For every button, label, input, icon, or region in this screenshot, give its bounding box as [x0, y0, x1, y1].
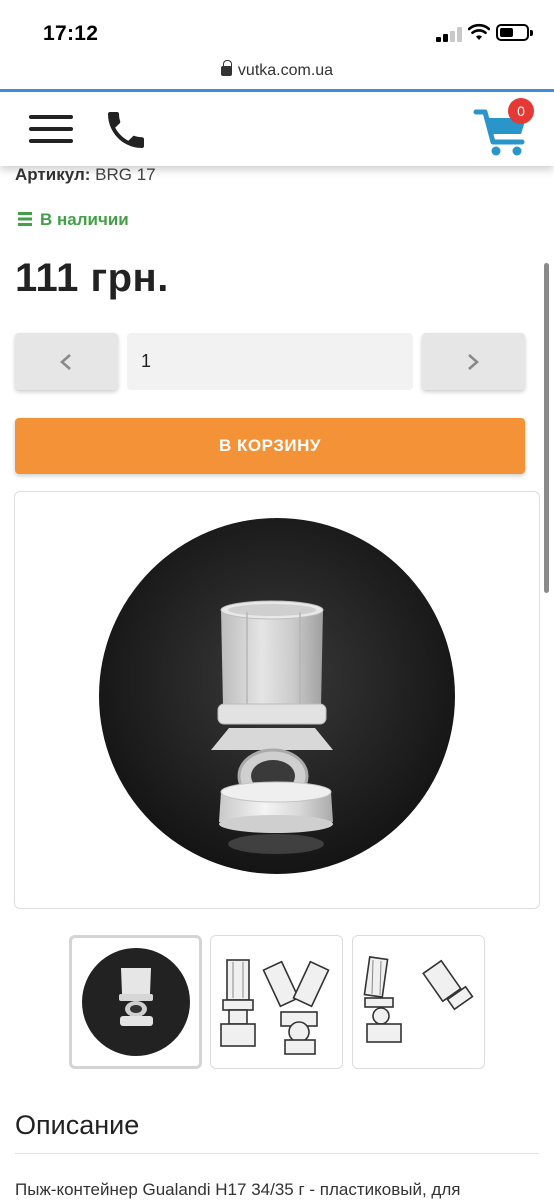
quantity-increase-button[interactable] [422, 333, 525, 390]
status-time: 17:12 [43, 22, 99, 45]
sku-label: Артикул: [15, 165, 91, 184]
url-text: vutka.com.ua [237, 62, 334, 79]
lock-icon [220, 60, 232, 76]
address-bar[interactable]: vutka.com.ua [0, 60, 554, 90]
page-scrollbar[interactable] [544, 263, 549, 593]
description-divider [15, 1153, 539, 1154]
thumbnail-3[interactable] [352, 935, 485, 1069]
cellular-signal-icon [436, 27, 462, 42]
sku-value: BRG 17 [95, 165, 156, 184]
menu-icon[interactable] [29, 112, 73, 146]
chevron-right-icon [468, 354, 479, 370]
wad-container-drawing-thumbnail [363, 956, 474, 1043]
phone-icon[interactable] [102, 106, 150, 154]
wifi-icon [468, 23, 490, 40]
wad-container-drawing-thumbnail [220, 959, 330, 1055]
add-to-cart-button[interactable]: В КОРЗИНУ [15, 418, 525, 474]
status-bar: 17:12 [0, 0, 554, 62]
site-header: 0 [0, 92, 554, 166]
wad-container-image [99, 518, 455, 874]
cart-count-badge: 0 [508, 98, 534, 124]
quantity-input[interactable] [127, 333, 413, 390]
product-sku: Артикул: BRG 17 [15, 165, 156, 185]
thumbnail-2[interactable] [210, 935, 343, 1069]
description-heading: Описание [15, 1110, 140, 1140]
battery-icon [496, 24, 533, 41]
stock-status: В наличии [18, 210, 129, 230]
chevron-left-icon [60, 354, 71, 370]
description-text: Пыж-контейнер Gualandi H17 34/35 г - пла… [15, 1180, 461, 1199]
list-icon [18, 212, 32, 226]
wad-container-photo-thumbnail [82, 948, 190, 1056]
quantity-decrease-button[interactable] [15, 333, 118, 390]
product-price: 111 грн. [15, 256, 169, 300]
stock-label: В наличии [40, 210, 129, 229]
product-main-image[interactable] [14, 491, 540, 909]
thumbnail-1[interactable] [69, 935, 202, 1069]
